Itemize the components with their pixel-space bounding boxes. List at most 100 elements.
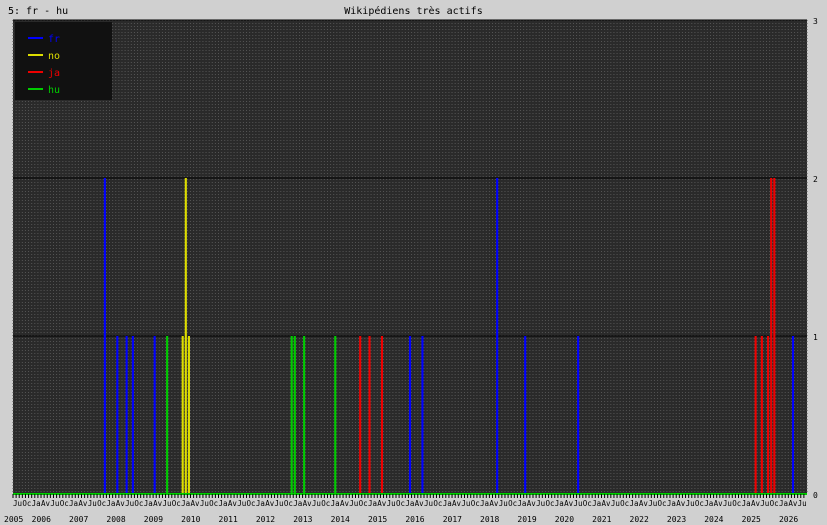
- x-month-label: Ja: [517, 499, 526, 508]
- legend-label-fr: fr: [48, 34, 60, 45]
- x-month-label: Av: [153, 499, 163, 508]
- x-month-label: Oc: [658, 499, 667, 508]
- x-month-label: Ja: [555, 499, 564, 508]
- x-month-label: Ju: [349, 499, 358, 508]
- x-month-label: Ju: [162, 499, 171, 508]
- x-year-label: 2017: [443, 515, 462, 524]
- x-month-label: Oc: [545, 499, 554, 508]
- bar-ja: [760, 336, 763, 494]
- x-month-label: Av: [190, 499, 200, 508]
- x-month-label: Oc: [620, 499, 629, 508]
- x-month-label: Ju: [387, 499, 396, 508]
- x-year-label: 2012: [256, 515, 275, 524]
- x-month-label: Ja: [69, 499, 78, 508]
- y-tick-label: 3: [813, 17, 818, 26]
- x-year-label: 2015: [368, 515, 387, 524]
- x-year-label: 2008: [106, 515, 125, 524]
- y-tick-label: 0: [813, 491, 818, 500]
- bar-no: [181, 336, 184, 494]
- bar-fr: [408, 336, 412, 494]
- x-month-label: Av: [639, 499, 649, 508]
- x-month-label: Ja: [443, 499, 452, 508]
- x-year-label: 2009: [144, 515, 163, 524]
- bar-ja: [773, 178, 776, 494]
- x-month-label: Oc: [60, 499, 69, 508]
- x-month-label: Ja: [480, 499, 489, 508]
- x-month-label: Oc: [433, 499, 442, 508]
- x-year-label: 2019: [517, 515, 536, 524]
- bar-fr: [577, 336, 580, 494]
- x-year-label: 2013: [293, 515, 312, 524]
- bar-fr: [421, 336, 424, 494]
- x-month-label: Av: [788, 499, 798, 508]
- legend-label-no: no: [48, 51, 60, 62]
- x-month-label: Ja: [630, 499, 639, 508]
- x-year-label: 2005: [4, 515, 23, 524]
- x-month-label: Av: [228, 499, 238, 508]
- x-month-label: Av: [564, 499, 574, 508]
- x-month-label: Av: [303, 499, 313, 508]
- bar-hu: [290, 336, 293, 494]
- x-month-label: Ju: [125, 499, 134, 508]
- x-month-label: Ja: [32, 499, 41, 508]
- bar-no: [187, 336, 190, 494]
- x-year-label: 2018: [480, 515, 499, 524]
- bar-hu: [293, 336, 296, 494]
- legend-label-hu: hu: [48, 85, 60, 96]
- x-month-label: Ja: [144, 499, 153, 508]
- x-month-label: Av: [751, 499, 761, 508]
- bar-fr: [125, 336, 128, 494]
- x-month-label: Ja: [181, 499, 190, 508]
- bar-fr: [103, 178, 106, 494]
- x-month-label: Av: [41, 499, 51, 508]
- bar-hu: [303, 336, 306, 494]
- x-month-label: Av: [601, 499, 611, 508]
- x-month-label: Oc: [732, 499, 741, 508]
- x-year-label: 2014: [331, 515, 350, 524]
- x-month-label: Ja: [331, 499, 340, 508]
- x-month-label: Ja: [256, 499, 265, 508]
- x-month-label: Ju: [573, 499, 582, 508]
- x-month-label: Ja: [293, 499, 302, 508]
- x-year-label: 2010: [181, 515, 200, 524]
- x-year-label: 2006: [32, 515, 51, 524]
- x-month-label: Ju: [275, 499, 284, 508]
- x-month-label: Ja: [219, 499, 228, 508]
- y-tick-label: 1: [813, 333, 818, 342]
- bar-no: [184, 178, 187, 494]
- x-month-label: Oc: [321, 499, 330, 508]
- x-month-label: Av: [527, 499, 537, 508]
- x-month-label: Oc: [359, 499, 368, 508]
- x-month-label: Ju: [200, 499, 209, 508]
- bar-fr: [131, 336, 134, 494]
- bar-ja: [380, 336, 384, 494]
- x-month-label: Oc: [209, 499, 218, 508]
- x-month-label: Oc: [695, 499, 704, 508]
- x-month-label: Oc: [22, 499, 31, 508]
- x-month-label: Ju: [13, 499, 22, 508]
- x-month-label: Ju: [88, 499, 97, 508]
- x-month-label: Av: [340, 499, 350, 508]
- x-month-label: Ja: [368, 499, 377, 508]
- x-year-label: 2024: [704, 515, 723, 524]
- x-month-label: Av: [452, 499, 462, 508]
- x-month-label: Ju: [648, 499, 657, 508]
- x-month-label: Oc: [471, 499, 480, 508]
- bar-fr: [496, 178, 499, 494]
- bar-ja: [754, 336, 757, 494]
- bar-fr: [791, 336, 795, 494]
- x-month-label: Av: [116, 499, 126, 508]
- x-month-label: Ja: [742, 499, 751, 508]
- x-year-label: 2011: [219, 515, 238, 524]
- x-month-label: Av: [415, 499, 425, 508]
- chart: 0123Ju Oc Ja Av Ju Oc Ja Av Ju Oc Ja Av Ju Oc Ja Av Ju Oc…: [4, 17, 818, 524]
- x-month-label: Ja: [106, 499, 115, 508]
- x-month-label: Av: [676, 499, 686, 508]
- x-year-label: 2025: [742, 515, 761, 524]
- x-month-label: Ju: [611, 499, 620, 508]
- x-year-label: 2023: [667, 515, 686, 524]
- x-month-label: Ju: [50, 499, 59, 508]
- bar-ja: [767, 336, 770, 494]
- x-month-label: Av: [714, 499, 724, 508]
- x-month-label: Ju: [499, 499, 508, 508]
